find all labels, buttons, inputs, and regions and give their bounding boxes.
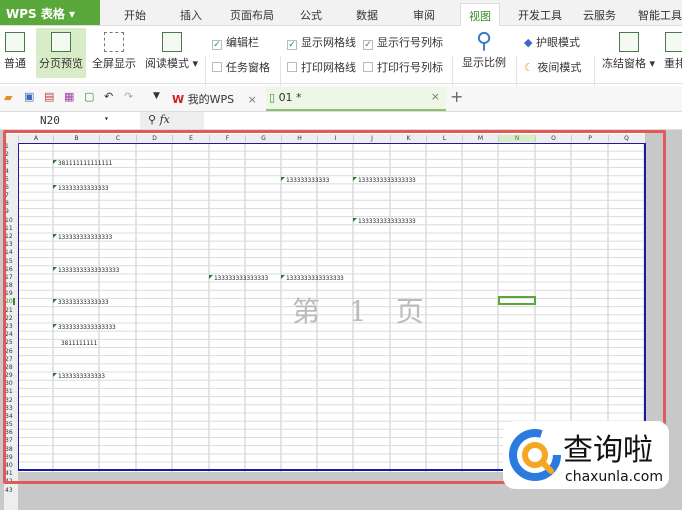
reading-icon xyxy=(161,32,182,52)
eye-protect-button[interactable]: ◆ 护眼模式 xyxy=(524,34,580,50)
print-grid-checkbox[interactable]: 打印网格线 xyxy=(287,59,356,75)
tab-1[interactable]: 插入 xyxy=(180,7,202,23)
name-box[interactable]: N20 ▾ xyxy=(0,112,118,129)
label: 全屏显示 xyxy=(92,57,136,70)
brand-url: chaxunla.com xyxy=(565,469,663,485)
fullscreen-button[interactable]: 全屏显示 xyxy=(92,32,136,71)
tab-label: 01 * xyxy=(278,91,302,104)
cell-ref: N20 xyxy=(40,114,60,127)
doc-tab-mywps[interactable]: W 我的WPS × xyxy=(172,91,257,107)
brand-name: 查询啦 xyxy=(563,433,653,468)
fx-button[interactable]: fx xyxy=(160,113,170,126)
tab-8[interactable]: 云服务 xyxy=(583,7,616,23)
label: 编辑栏 xyxy=(226,36,259,49)
night-mode-button[interactable]: ☾ 夜间模式 xyxy=(524,59,581,75)
magnifier-icon: ⚲ xyxy=(475,29,493,54)
shield-icon: ◆ xyxy=(524,36,533,49)
menu-bar: WPS 表格 ▾ 开始 插入 页面布局 公式 数据 审阅 视图 开发工具 云服务 智能工具 xyxy=(0,0,682,26)
tab-9[interactable]: 智能工具 xyxy=(638,7,682,23)
quick-access-bar: ▰ ▣ ▤ ▦ ▢ ↶ ↷ ▼ W 我的WPS × ▯ 01 * × + xyxy=(0,86,682,112)
sheet-file-icon: ▯ xyxy=(269,91,276,104)
tab-0[interactable]: 开始 xyxy=(124,7,146,23)
freeze-icon xyxy=(618,32,639,52)
open-icon[interactable]: ▰ xyxy=(4,91,12,104)
tab-label: 我的WPS xyxy=(187,93,235,106)
label: 打印网格线 xyxy=(301,61,356,74)
label: 阅读模式 xyxy=(145,57,189,70)
brand-watermark: 查询啦 chaxunla.com xyxy=(503,421,669,489)
page-break-preview-button[interactable]: 分页预览 xyxy=(36,28,86,78)
save-icon[interactable]: ▣ xyxy=(24,90,34,103)
app-title: WPS 表格 xyxy=(6,7,65,21)
tab-4[interactable]: 数据 xyxy=(356,7,378,23)
tab-6[interactable]: 视图 xyxy=(460,3,500,26)
rearrange-icon xyxy=(665,32,682,52)
wps-logo-icon: W xyxy=(172,93,185,106)
undo-icon[interactable]: ↶ xyxy=(104,90,113,103)
grid-icon xyxy=(5,32,25,52)
show-grid-checkbox[interactable]: ✓ 显示网格线 xyxy=(287,34,356,50)
print-icon[interactable]: ▦ xyxy=(64,90,74,103)
label: 任务窗格 xyxy=(226,61,270,74)
more-dropdown-icon[interactable]: ▼ xyxy=(153,91,160,101)
label: 打印行号列标 xyxy=(377,61,443,74)
close-icon[interactable]: × xyxy=(248,93,257,106)
task-pane-checkbox[interactable]: 任务窗格 xyxy=(212,59,270,75)
formula-bar: N20 ▾ ⚲ fx xyxy=(0,112,682,130)
label: 显示比例 xyxy=(462,56,506,69)
ribbon: 普通 分页预览 全屏显示 阅读模式 ▾ ✓ 编辑栏 任务窗格 ✓ 显示网格线 打印网… xyxy=(0,26,682,106)
page-break-icon xyxy=(51,32,71,52)
tab-7[interactable]: 开发工具 xyxy=(518,7,562,23)
label: 夜间模式 xyxy=(537,61,582,74)
show-headers-checkbox[interactable]: ✓ 显示行号列标 xyxy=(363,34,443,50)
app-menu-button[interactable]: WPS 表格 ▾ xyxy=(0,0,100,25)
print-headers-checkbox[interactable]: 打印行号列标 xyxy=(363,59,443,75)
moon-icon: ☾ xyxy=(524,61,534,74)
redo-icon[interactable]: ↷ xyxy=(124,90,133,103)
label: 重排 xyxy=(664,57,682,70)
close-icon[interactable]: × xyxy=(431,90,440,103)
normal-view-button[interactable]: 普通 xyxy=(4,32,26,71)
formula-input[interactable] xyxy=(205,112,682,129)
export-icon[interactable]: ▤ xyxy=(44,90,54,103)
label: 冻结窗格 xyxy=(602,57,646,70)
label: 显示行号列标 xyxy=(377,36,443,49)
reading-mode-button[interactable]: 阅读模式 ▾ xyxy=(145,32,198,71)
rearrange-button[interactable]: 重排 xyxy=(664,32,682,71)
fullscreen-icon xyxy=(104,32,124,52)
edit-bar-checkbox[interactable]: ✓ 编辑栏 xyxy=(212,34,259,50)
label: 分页预览 xyxy=(39,57,83,70)
tab-2[interactable]: 页面布局 xyxy=(230,7,274,23)
search-icon[interactable]: ⚲ xyxy=(148,113,156,126)
tab-3[interactable]: 公式 xyxy=(300,7,322,23)
doc-tab-01[interactable]: ▯ 01 * × xyxy=(266,87,446,111)
label: 显示网格线 xyxy=(301,36,356,49)
zoom-button[interactable]: ⚲ 显示比例 xyxy=(462,30,506,70)
label: 普通 xyxy=(4,57,26,70)
tab-5[interactable]: 审阅 xyxy=(413,7,435,23)
row-header[interactable]: 43 xyxy=(5,487,13,494)
chaxunla-logo-icon xyxy=(509,429,561,481)
label: 护眼模式 xyxy=(535,36,580,49)
freeze-panes-button[interactable]: 冻结窗格 ▾ xyxy=(602,32,655,71)
new-tab-button[interactable]: + xyxy=(450,87,463,106)
print-preview-icon[interactable]: ▢ xyxy=(84,90,94,103)
